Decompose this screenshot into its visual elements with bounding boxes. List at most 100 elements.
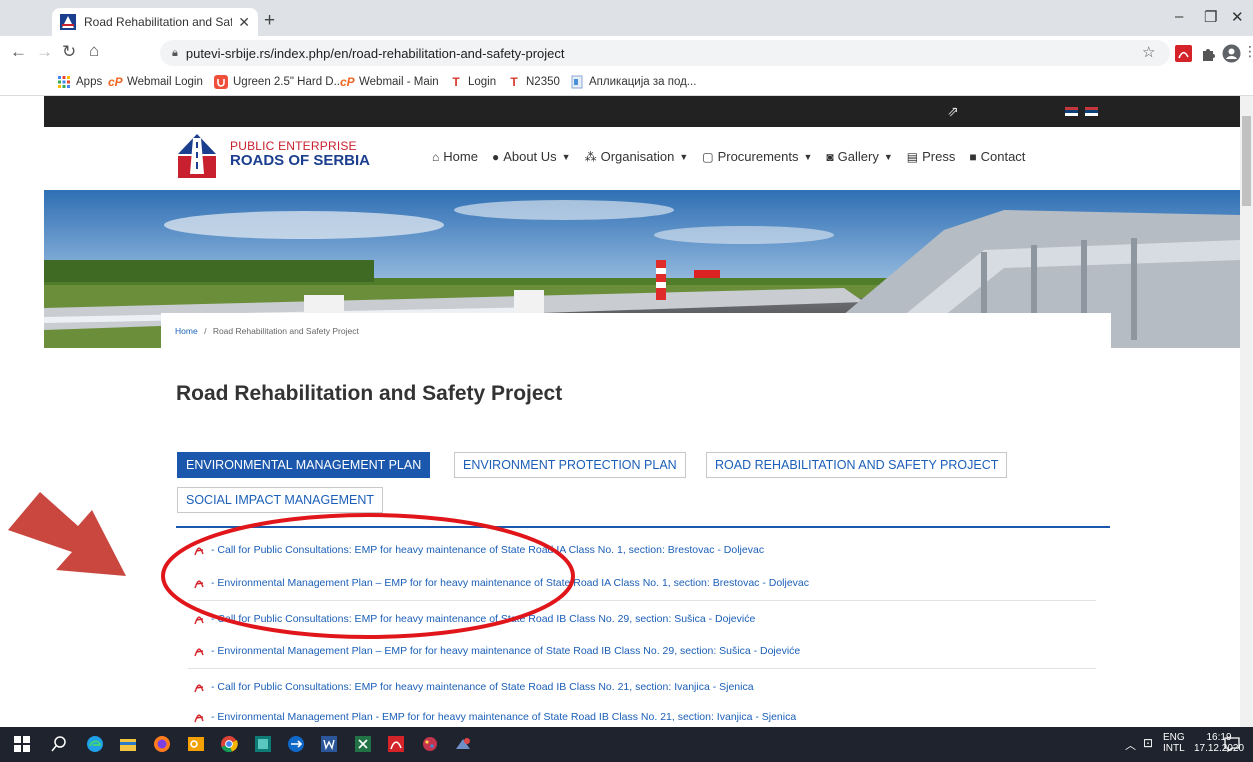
nav-label: Home (443, 149, 478, 164)
roads-of-serbia-logo[interactable] (174, 132, 220, 178)
tab-environment-protection-plan[interactable]: ENVIRONMENT PROTECTION PLAN (454, 452, 686, 478)
doc-icon (571, 75, 583, 89)
browser-toolbar: ← → ↻ ⌂ 🔒︎ putevi-srbije.rs/index.php/en… (0, 36, 1253, 70)
calculator-app-icon[interactable] (254, 735, 272, 753)
breadcrumb-trail: Home / Road Rehabilitation and Safety Pr… (175, 326, 359, 336)
tab-environmental-management-plan[interactable]: ENVIRONMENTAL MANAGEMENT PLAN (177, 452, 431, 478)
tab-close-icon[interactable]: ✕ (238, 14, 250, 31)
serbian-flag-icon[interactable] (1065, 107, 1078, 116)
lock-icon: 🔒︎ (172, 46, 178, 59)
pdf-extension-icon[interactable] (1175, 45, 1192, 62)
bookmark-webmail-login[interactable]: cP Webmail Login (108, 75, 203, 89)
nav-label: Contact (980, 149, 1026, 164)
serbian-flag-latin-icon[interactable] (1085, 107, 1098, 116)
bookmark-label: Webmail Login (127, 76, 203, 88)
word-icon[interactable] (320, 735, 338, 753)
back-arrow-icon[interactable]: ← (10, 42, 27, 62)
url-text: putevi-srbije.rs/index.php/en/road-rehab… (185, 45, 565, 61)
outlook-icon[interactable] (187, 735, 205, 753)
edge-browser-icon[interactable] (86, 735, 104, 753)
home-icon[interactable]: ⌂ (89, 41, 99, 61)
document-link-text: - Environmental Management Plan – EMP fo… (211, 645, 801, 657)
breadcrumb-home-link[interactable]: Home (175, 326, 198, 336)
bookmark-label: Апликација за под... (589, 76, 697, 88)
minimize-button[interactable]: – (1175, 8, 1183, 25)
brand-subtitle: PUBLIC ENTERPRISE (230, 139, 357, 153)
bookmark-apps[interactable]: Apps (57, 75, 102, 89)
document-link[interactable]: - Environmental Management Plan – EMP fo… (192, 644, 800, 658)
nav-about-us[interactable]: ● About Us ▼ (492, 149, 571, 164)
scrollbar-thumb[interactable] (1242, 116, 1251, 206)
cp-icon: cP (108, 75, 123, 89)
browser-tab-active[interactable]: Road Rehabilitation and Safety P ✕ (52, 8, 258, 36)
firefox-icon[interactable] (153, 735, 171, 753)
snipping-tool-icon[interactable] (454, 735, 472, 753)
page-title: Road Rehabilitation and Safety Project (176, 382, 563, 405)
bookmark-label: Apps (76, 76, 103, 88)
language-indicator[interactable]: ENG INTL (1163, 732, 1185, 754)
camera-icon: ◙ (826, 149, 834, 164)
extensions-puzzle-icon[interactable] (1200, 45, 1217, 62)
address-bar[interactable]: 🔒︎ putevi-srbije.rs/index.php/en/road-re… (160, 40, 1170, 66)
chevron-up-icon[interactable]: ︿ (1125, 737, 1136, 753)
nav-home[interactable]: ⌂ Home (432, 149, 478, 164)
paint-app-icon[interactable] (421, 735, 439, 753)
nav-label: Press (922, 149, 956, 164)
brand-title: ROADS OF SERBIA (230, 152, 371, 169)
excel-icon[interactable] (354, 735, 372, 753)
restore-button[interactable]: ❐ (1204, 8, 1217, 26)
pdf-file-icon (194, 648, 204, 657)
menu-kebab-icon[interactable]: ⋮ (1243, 43, 1253, 60)
chrome-icon[interactable] (220, 735, 238, 753)
nav-gallery[interactable]: ◙ Gallery ▼ (826, 149, 892, 164)
bookmark-ugreen[interactable]: Ugreen 2.5" Hard D... (214, 75, 343, 89)
chevron-down-icon: ▼ (883, 151, 893, 162)
tab-title: Road Rehabilitation and Safety P (84, 15, 233, 29)
nav-press[interactable]: ▤ Press (907, 149, 956, 164)
chevron-down-icon: ▼ (803, 151, 813, 162)
contact-book-icon: ■ (969, 149, 977, 164)
pdf-file-icon (194, 684, 204, 693)
browser-titlebar: Road Rehabilitation and Safety P ✕ + – ❐… (0, 0, 1253, 36)
share-icon[interactable]: ⇗ (947, 103, 959, 120)
profile-avatar-icon[interactable] (1222, 44, 1241, 63)
nav-organisation[interactable]: ⁂ Organisation ▼ (585, 149, 689, 164)
document-link[interactable]: - Environmental Management Plan - EMP fo… (192, 710, 796, 724)
nav-procurements[interactable]: ▢ Procurements ▼ (702, 149, 812, 164)
apps-grid-icon (58, 76, 70, 88)
bookmark-n2350[interactable]: T N2350 (507, 75, 560, 89)
page-scrollbar[interactable] (1240, 96, 1253, 727)
nav-label: Procurements (717, 149, 799, 164)
close-window-button[interactable]: ✕ (1231, 8, 1244, 26)
new-tab-button[interactable]: + (264, 10, 275, 32)
breadcrumb: Home / Road Rehabilitation and Safety Pr… (161, 313, 1111, 348)
network-icon[interactable]: ⊡ (1143, 736, 1153, 750)
nav-contact[interactable]: ■ Contact (969, 149, 1025, 164)
annotation-arrow (8, 492, 126, 576)
forward-arrow-icon[interactable]: → (36, 42, 53, 62)
bookmark-aplikacija[interactable]: Апликација за под... (570, 75, 696, 89)
search-icon[interactable] (50, 735, 68, 753)
home-icon: ⌂ (432, 149, 440, 164)
windows-start-icon[interactable] (13, 735, 31, 753)
bookmark-label: Login (468, 76, 497, 88)
tray-spacer (1247, 735, 1248, 755)
teamviewer-icon[interactable] (287, 735, 305, 753)
file-explorer-icon[interactable] (119, 735, 137, 753)
document-link[interactable]: - Call for Public Consultations: EMP for… (192, 680, 754, 694)
breadcrumb-current: Road Rehabilitation and Safety Project (212, 326, 359, 336)
bookmark-label: Webmail - Main (359, 76, 439, 88)
tab-road-rehabilitation-and-safety-project[interactable]: ROAD REHABILITATION AND SAFETY PROJECT (706, 452, 1008, 478)
roads-of-serbia-favicon-icon (60, 14, 76, 30)
bookmark-webmail-main[interactable]: cP Webmail - Main (340, 75, 439, 89)
bookmark-login[interactable]: T Login (449, 75, 496, 89)
bookmark-star-icon[interactable]: ☆ (1142, 43, 1155, 61)
cp-icon: cP (340, 75, 355, 89)
pdf-file-icon (194, 714, 204, 723)
notifications-icon[interactable] (1223, 736, 1241, 753)
reload-icon[interactable]: ↻ (62, 42, 76, 62)
acrobat-icon[interactable] (387, 735, 405, 753)
nav-label: About Us (503, 149, 557, 164)
site-top-strip: ⇗ (44, 96, 1240, 127)
nav-label: Organisation (600, 149, 675, 164)
